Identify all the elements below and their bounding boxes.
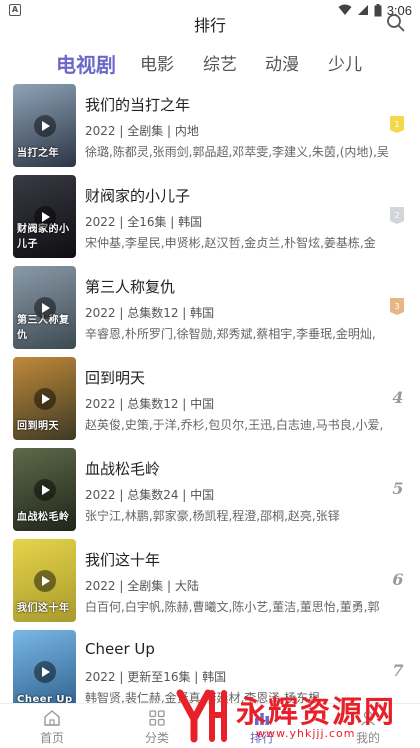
rank-number: 4 xyxy=(392,388,404,407)
item-cast: 辛睿恩,朴所罗门,徐智勋,郑秀斌,蔡相宇,李垂珉,金明灿, xyxy=(85,327,376,341)
search-icon xyxy=(387,14,405,32)
svg-text:3: 3 xyxy=(394,302,399,311)
tab-tv-series[interactable]: 电视剧 xyxy=(56,50,116,80)
rank-badge-gold-icon: 1 xyxy=(390,116,404,133)
item-title: 财阀家的小儿子 xyxy=(85,187,191,205)
item-title: 我们这十年 xyxy=(85,551,161,569)
tab-anime[interactable]: 动漫 xyxy=(265,50,299,80)
item-cast: 白百何,白宇帆,陈赫,曹曦文,陈小艺,董洁,董思怡,董勇,郭 xyxy=(85,600,380,614)
item-meta: 2022 | 全剧集 | 大陆 xyxy=(85,579,199,593)
poster-image[interactable]: Cheer Up xyxy=(13,630,76,713)
list-item[interactable]: 财阀家的小儿子 财阀家的小儿子 2022 | 全16集 | 韩国 宋仲基,李星民… xyxy=(0,175,420,259)
list-item[interactable]: 血战松毛岭 血战松毛岭 2022 | 总集数24 | 中国 张宁江,林鹏,郭家豪… xyxy=(0,448,420,532)
item-title: Cheer Up xyxy=(85,640,155,658)
rank-number: 5 xyxy=(392,479,404,498)
watermark-text: 永辉资源网 xyxy=(236,695,396,730)
item-meta: 2022 | 全剧集 | 内地 xyxy=(85,124,199,138)
tab-kids[interactable]: 少儿 xyxy=(328,50,362,80)
search-button[interactable] xyxy=(386,13,406,33)
rank-badge-silver-icon: 2 xyxy=(390,207,404,224)
play-icon xyxy=(34,661,56,683)
page-title: 排行 xyxy=(193,16,226,35)
poster-image[interactable]: 财阀家的小儿子 xyxy=(13,175,76,258)
play-icon xyxy=(34,388,56,410)
play-icon xyxy=(34,115,56,137)
item-meta: 2022 | 总集数12 | 中国 xyxy=(85,397,215,411)
watermark-url: www.yhkjjj.com xyxy=(256,727,356,740)
item-cast: 张宁江,林鹏,郭家豪,杨凯程,程澄,邵桐,赵亮,张铎 xyxy=(85,509,340,523)
list-item[interactable]: 回到明天 回到明天 2022 | 总集数12 | 中国 赵英俊,史策,于洋,乔杉… xyxy=(0,357,420,441)
rank-number: 6 xyxy=(392,570,404,589)
watermark-logo-icon xyxy=(176,689,227,743)
tab-movies[interactable]: 电影 xyxy=(140,50,174,80)
svg-text:1: 1 xyxy=(394,120,399,129)
item-cast: 宋仲基,李星民,申贤彬,赵汉哲,金贞兰,朴智炫,姜基栋,金 xyxy=(85,236,376,250)
nav-home[interactable]: 首页 xyxy=(17,708,87,748)
poster-image[interactable]: 血战松毛岭 xyxy=(13,448,76,531)
item-title: 我们的当打之年 xyxy=(85,96,191,114)
item-title: 回到明天 xyxy=(85,369,146,387)
item-meta: 2022 | 总集数12 | 韩国 xyxy=(85,306,215,320)
header: 排行 xyxy=(0,10,420,36)
item-cast: 徐璐,陈都灵,张雨剑,郭品超,邓萃雯,李建义,朱茵,(内地),吴 xyxy=(85,145,389,159)
rank-number: 7 xyxy=(392,661,404,680)
play-icon xyxy=(34,206,56,228)
rank-badge-bronze-icon: 3 xyxy=(390,298,404,315)
watermark: 永辉资源网 www.yhkjjj.com xyxy=(168,683,418,748)
play-icon xyxy=(34,479,56,501)
nav-home-label: 首页 xyxy=(39,731,64,745)
list-item[interactable]: 第三人称复仇 第三人称复仇 2022 | 总集数12 | 韩国 辛睿恩,朴所罗门… xyxy=(0,266,420,350)
item-title: 血战松毛岭 xyxy=(85,460,161,478)
poster-image[interactable]: 第三人称复仇 xyxy=(13,266,76,349)
poster-image[interactable]: 我们这十年 xyxy=(13,539,76,622)
home-icon xyxy=(44,710,60,726)
tab-variety[interactable]: 综艺 xyxy=(203,50,237,80)
play-icon xyxy=(34,297,56,319)
category-tabs: 电视剧 电影 综艺 动漫 少儿 xyxy=(0,50,420,80)
item-meta: 2022 | 全16集 | 韩国 xyxy=(85,215,203,229)
item-cast: 赵英俊,史策,于洋,乔杉,包贝尔,王迅,白志迪,马书良,小爱, xyxy=(85,418,384,432)
play-icon xyxy=(34,570,56,592)
poster-image[interactable]: 当打之年 xyxy=(13,84,76,167)
category-icon xyxy=(149,710,165,726)
item-title: 第三人称复仇 xyxy=(85,278,176,296)
poster-image[interactable]: 回到明天 xyxy=(13,357,76,440)
list-item[interactable]: 我们这十年 我们这十年 2022 | 全剧集 | 大陆 白百何,白宇帆,陈赫,曹… xyxy=(0,539,420,623)
svg-text:2: 2 xyxy=(394,211,399,220)
list-item[interactable]: 当打之年 我们的当打之年 2022 | 全剧集 | 内地 徐璐,陈都灵,张雨剑,… xyxy=(0,84,420,168)
item-meta: 2022 | 总集数24 | 中国 xyxy=(85,488,215,502)
